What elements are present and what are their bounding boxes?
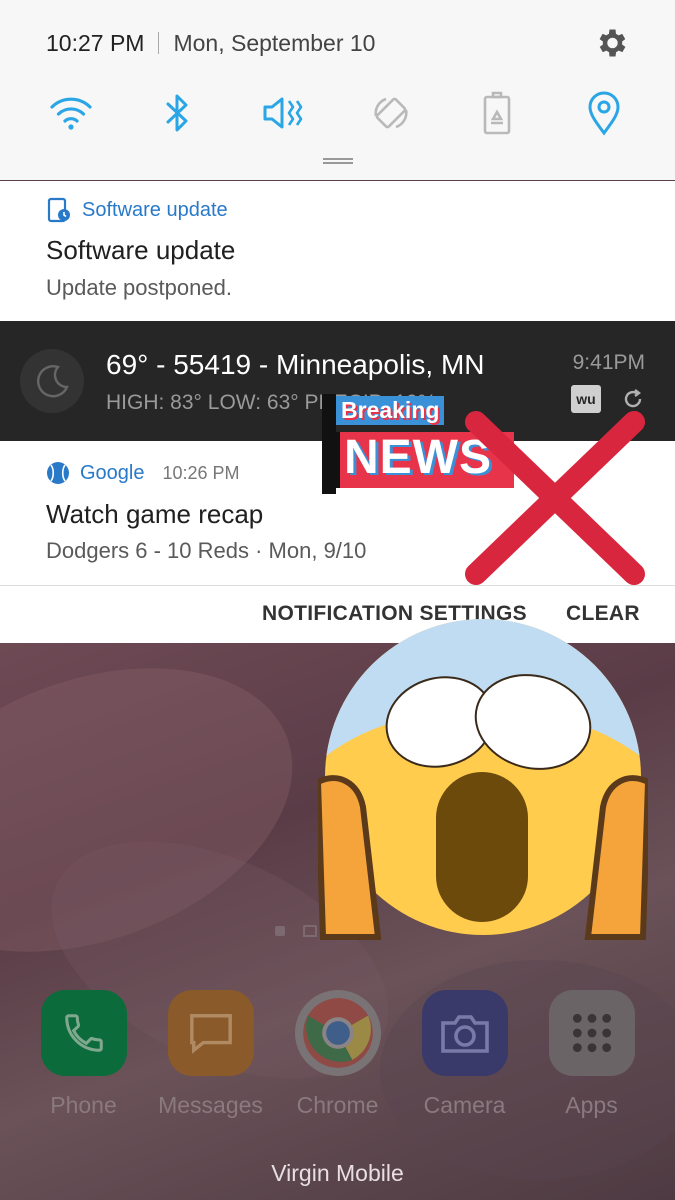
power-saving-icon[interactable] [472, 88, 522, 138]
app-dock: Phone Messages Chrome Camera Apps [0, 990, 675, 1119]
weather-time: 9:41PM [572, 351, 645, 374]
notification-title: Software update [46, 235, 236, 265]
moon-icon [20, 349, 84, 413]
app-messages[interactable]: Messages [156, 990, 266, 1119]
red-x-icon [465, 411, 645, 585]
breaking-label: Breaking [336, 396, 445, 425]
notification-app-name: Software update [82, 198, 228, 221]
status-time: 10:27 PM [46, 29, 145, 56]
status-bar: 10:27 PM Mon, September 10 [46, 26, 629, 60]
camera-icon [421, 990, 508, 1076]
screaming-face-emoji-icon [318, 619, 648, 940]
phone-icon [40, 990, 127, 1076]
chrome-icon [294, 990, 381, 1076]
app-label-chrome: Chrome [296, 1092, 379, 1118]
app-apps[interactable]: Apps [537, 990, 647, 1119]
app-label-phone: Phone [50, 1092, 117, 1118]
quick-panel: 10:27 PM Mon, September 10 [0, 0, 675, 180]
location-icon[interactable] [579, 88, 629, 138]
messages-icon [167, 990, 254, 1076]
status-date: Mon, September 10 [173, 29, 376, 56]
notification-header: Google 10:26 PM [46, 461, 240, 485]
app-label-messages: Messages [158, 1092, 263, 1118]
app-label-camera: Camera [423, 1092, 506, 1118]
notification-software-update[interactable]: Software update Software update Update p… [0, 181, 675, 321]
notification-app-name: Google [80, 461, 145, 484]
notification-header: Software update [46, 197, 228, 223]
bluetooth-icon[interactable] [153, 88, 203, 138]
notification-time: 10:26 PM [162, 462, 240, 483]
app-phone[interactable]: Phone [29, 990, 139, 1119]
divider [158, 32, 160, 54]
app-chrome[interactable]: Chrome [283, 990, 393, 1119]
notification-text: Update postponed. [46, 275, 232, 300]
auto-rotate-icon[interactable] [366, 88, 416, 138]
quick-settings-row [46, 88, 629, 138]
panel-handle[interactable] [323, 158, 353, 164]
software-update-icon [47, 197, 70, 223]
app-label-apps: Apps [565, 1092, 618, 1118]
notification-title: Watch game recap [46, 499, 264, 529]
app-camera[interactable]: Camera [410, 990, 520, 1119]
apps-grid-icon [548, 990, 635, 1076]
gear-icon[interactable] [593, 25, 629, 61]
baseball-icon [47, 462, 69, 484]
carrier-label: Virgin Mobile [271, 1160, 404, 1186]
vibrate-icon[interactable] [259, 88, 309, 138]
notification-text: Dodgers 6 - 10 Reds · Mon, 9/10 [46, 538, 367, 563]
wifi-icon[interactable] [46, 88, 96, 138]
weather-title: 69° - 55419 - Minneapolis, MN [106, 349, 485, 380]
